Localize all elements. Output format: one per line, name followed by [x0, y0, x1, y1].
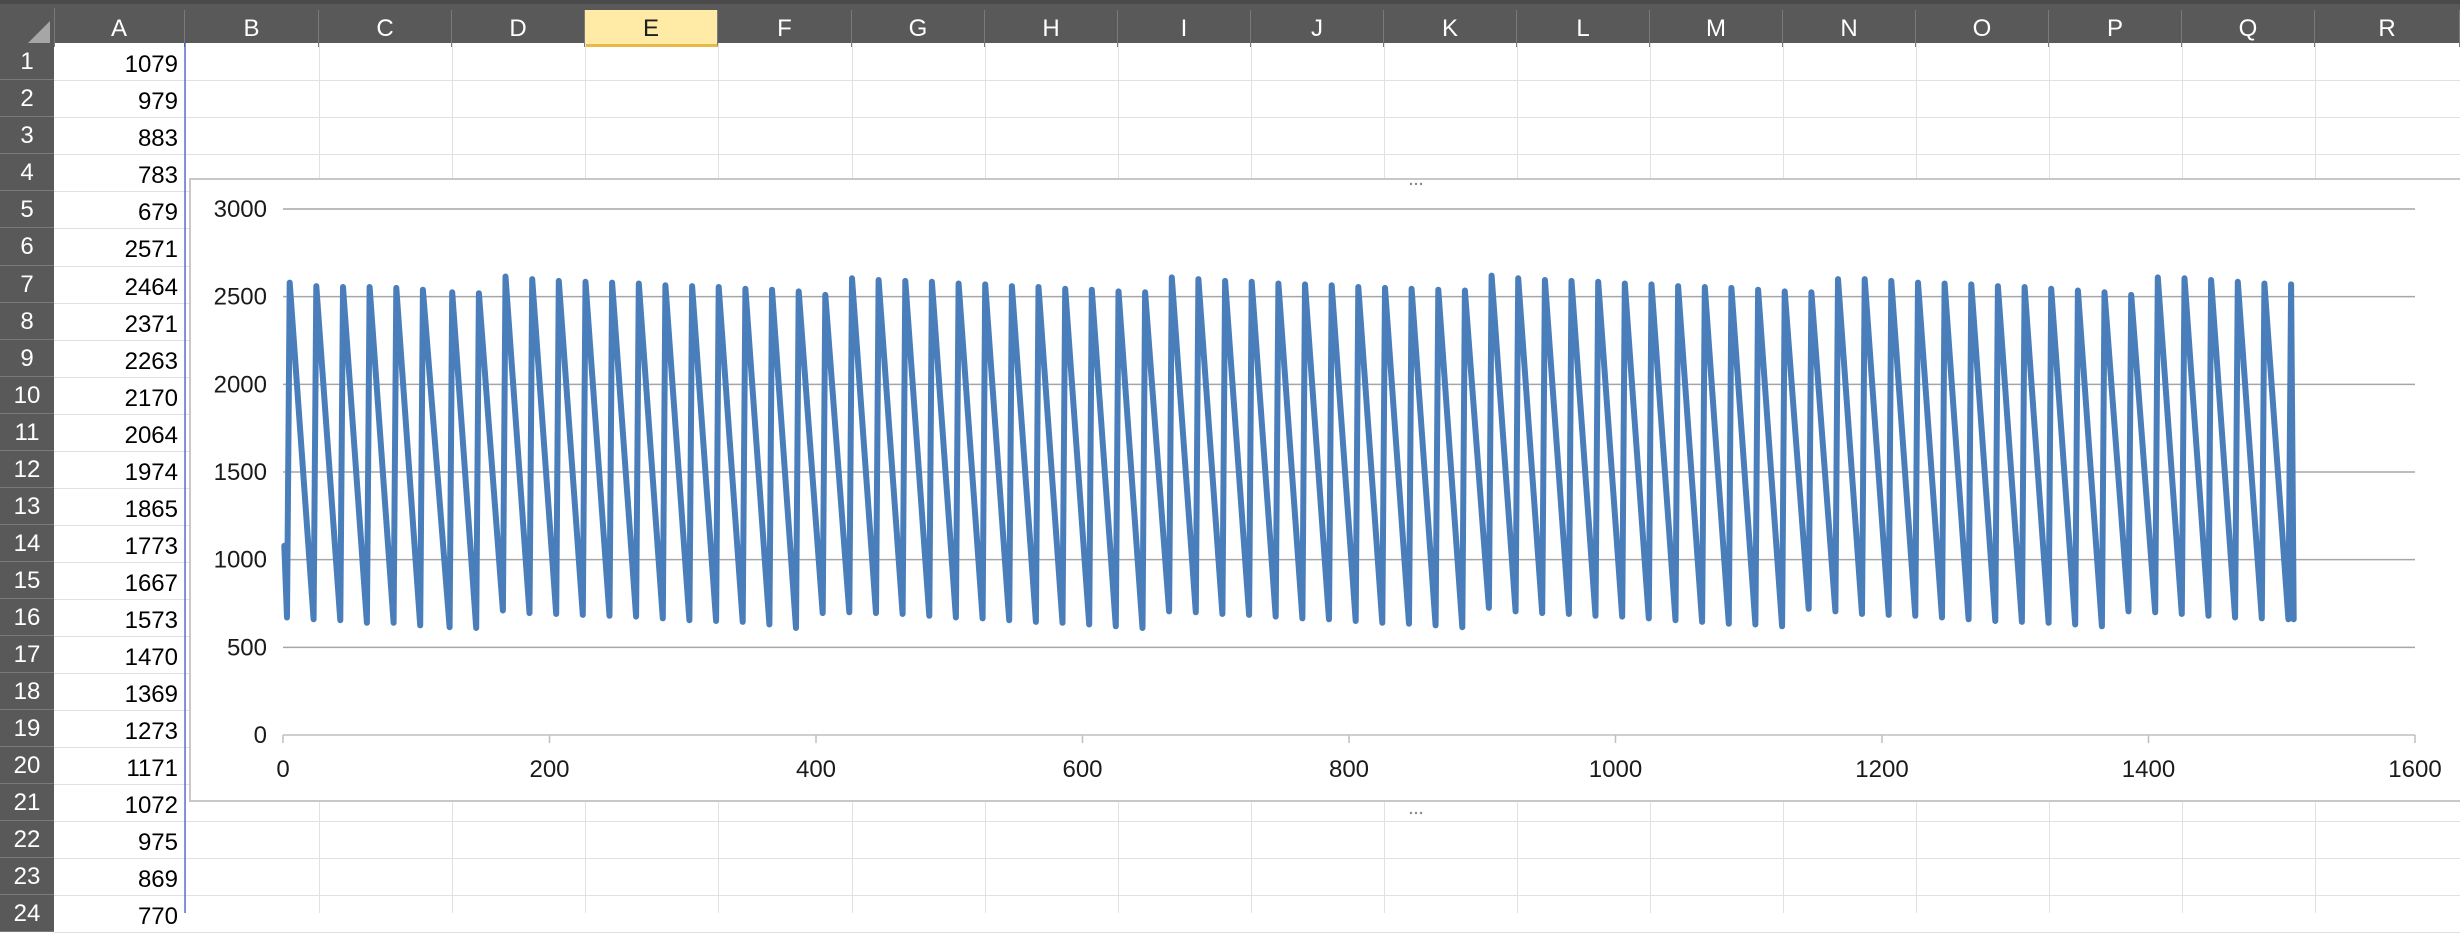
cell-selection-border [184, 43, 186, 913]
cell-a[interactable]: 1079 [54, 43, 182, 80]
row-header[interactable]: 1 [0, 43, 54, 80]
column-header-m[interactable]: M [1650, 10, 1783, 47]
cell-a[interactable]: 679 [54, 191, 182, 228]
gridline-horizontal [54, 80, 2460, 81]
cell-a[interactable]: 770 [54, 895, 182, 932]
row-header[interactable]: 18 [0, 673, 54, 710]
column-header-c[interactable]: C [319, 10, 452, 47]
column-header-h[interactable]: H [985, 10, 1118, 47]
y-tick-label: 2000 [214, 371, 267, 398]
row-header[interactable]: 3 [0, 117, 54, 154]
x-tick-label: 1600 [2388, 756, 2441, 783]
row-header[interactable]: 6 [0, 228, 54, 266]
y-tick-label: 1000 [214, 547, 267, 574]
row-header[interactable]: 24 [0, 895, 54, 932]
x-tick-label: 600 [1062, 756, 1102, 783]
row-header[interactable]: 2 [0, 80, 54, 117]
column-header-p[interactable]: P [2049, 10, 2182, 47]
row-header[interactable]: 4 [0, 154, 54, 191]
select-all-triangle-icon [28, 21, 50, 43]
column-header-r[interactable]: R [2315, 10, 2460, 47]
column-header-bar: ABCDEFGHIJKLMNOPQR [0, 0, 2460, 47]
gridline-horizontal [54, 895, 2460, 896]
gridline-horizontal [54, 154, 2460, 155]
cell-a[interactable]: 2064 [54, 414, 182, 451]
x-tick-label: 1400 [2122, 756, 2175, 783]
row-header[interactable]: 8 [0, 303, 54, 340]
column-header-o[interactable]: O [1916, 10, 2049, 47]
line-chart: 0 500 1000 1500 2000 2500 3000 0 200 400 600 800 100… [214, 196, 2442, 783]
column-header-q[interactable]: Q [2182, 10, 2315, 47]
column-header-f[interactable]: F [718, 10, 852, 47]
column-header-i[interactable]: I [1118, 10, 1251, 47]
x-tick-label: 1000 [1589, 756, 1642, 783]
gridline-horizontal [54, 117, 2460, 118]
spreadsheet: ABCDEFGHIJKLMNOPQR 1 2 3 4 5 6 7 8 9 10 11 12 13 14 15… [0, 0, 2460, 933]
y-tick-label: 0 [254, 722, 267, 749]
y-tick-label: 2500 [214, 284, 267, 311]
row-header[interactable]: 12 [0, 451, 54, 488]
gridline-horizontal [54, 858, 2460, 859]
gridline-horizontal [54, 932, 2460, 933]
chart-resize-handle-bottom[interactable] [1409, 802, 1423, 815]
column-header-j[interactable]: J [1251, 10, 1384, 47]
y-tick-label: 1500 [214, 459, 267, 486]
row-header[interactable]: 23 [0, 858, 54, 895]
cell-a[interactable]: 1865 [54, 488, 182, 525]
cell-a[interactable]: 2571 [54, 228, 182, 266]
row-header[interactable]: 10 [0, 377, 54, 414]
cell-a[interactable]: 979 [54, 80, 182, 117]
x-tick-label: 400 [796, 756, 836, 783]
row-header[interactable]: 21 [0, 784, 54, 821]
cell-a[interactable]: 1273 [54, 710, 182, 747]
row-header[interactable]: 13 [0, 488, 54, 525]
column-header-g[interactable]: G [852, 10, 985, 47]
column-header-l[interactable]: L [1517, 10, 1650, 47]
select-all-button[interactable] [0, 8, 55, 47]
cell-a[interactable]: 975 [54, 821, 182, 858]
y-tick-label: 500 [227, 634, 267, 661]
row-header[interactable]: 11 [0, 414, 54, 451]
row-header[interactable]: 16 [0, 599, 54, 636]
column-header-b[interactable]: B [185, 10, 319, 47]
cell-a[interactable]: 2464 [54, 266, 182, 303]
y-tick-label: 3000 [214, 196, 267, 223]
x-tick-label: 0 [276, 756, 289, 783]
cell-a[interactable]: 883 [54, 117, 182, 154]
chart-resize-handle-top[interactable] [1409, 173, 1423, 186]
row-header[interactable]: 22 [0, 821, 54, 858]
column-header-d[interactable]: D [452, 10, 585, 47]
cell-a[interactable]: 1369 [54, 673, 182, 710]
row-header[interactable]: 15 [0, 562, 54, 599]
cell-a[interactable]: 1974 [54, 451, 182, 488]
cell-a[interactable]: 2263 [54, 340, 182, 377]
x-tick-label: 800 [1329, 756, 1369, 783]
cell-a[interactable]: 783 [54, 154, 182, 191]
cell-a[interactable]: 1667 [54, 562, 182, 599]
cell-a[interactable]: 1171 [54, 747, 182, 784]
row-header[interactable]: 9 [0, 340, 54, 377]
row-header[interactable]: 17 [0, 636, 54, 673]
x-tick-label: 1200 [1855, 756, 1908, 783]
cell-a[interactable]: 1470 [54, 636, 182, 673]
cell-a[interactable]: 2170 [54, 377, 182, 414]
x-tick-label: 200 [529, 756, 569, 783]
cell-a[interactable]: 1773 [54, 525, 182, 562]
cell-a[interactable]: 1072 [54, 784, 182, 821]
row-header[interactable]: 20 [0, 747, 54, 784]
cell-a[interactable]: 869 [54, 858, 182, 895]
cell-a[interactable]: 1573 [54, 599, 182, 636]
row-header[interactable]: 19 [0, 710, 54, 747]
gridline-horizontal [54, 821, 2460, 822]
row-header[interactable]: 5 [0, 191, 54, 228]
column-header-e[interactable]: E [585, 10, 718, 47]
series-line [281, 272, 2297, 631]
cell-a[interactable]: 2371 [54, 303, 182, 340]
column-header-n[interactable]: N [1783, 10, 1916, 47]
column-header-k[interactable]: K [1384, 10, 1517, 47]
column-header-a[interactable]: A [54, 10, 185, 47]
row-header[interactable]: 14 [0, 525, 54, 562]
row-header[interactable]: 7 [0, 266, 54, 303]
embedded-chart[interactable]: 0 500 1000 1500 2000 2500 3000 0 200 400 600 800 100… [189, 178, 2460, 802]
